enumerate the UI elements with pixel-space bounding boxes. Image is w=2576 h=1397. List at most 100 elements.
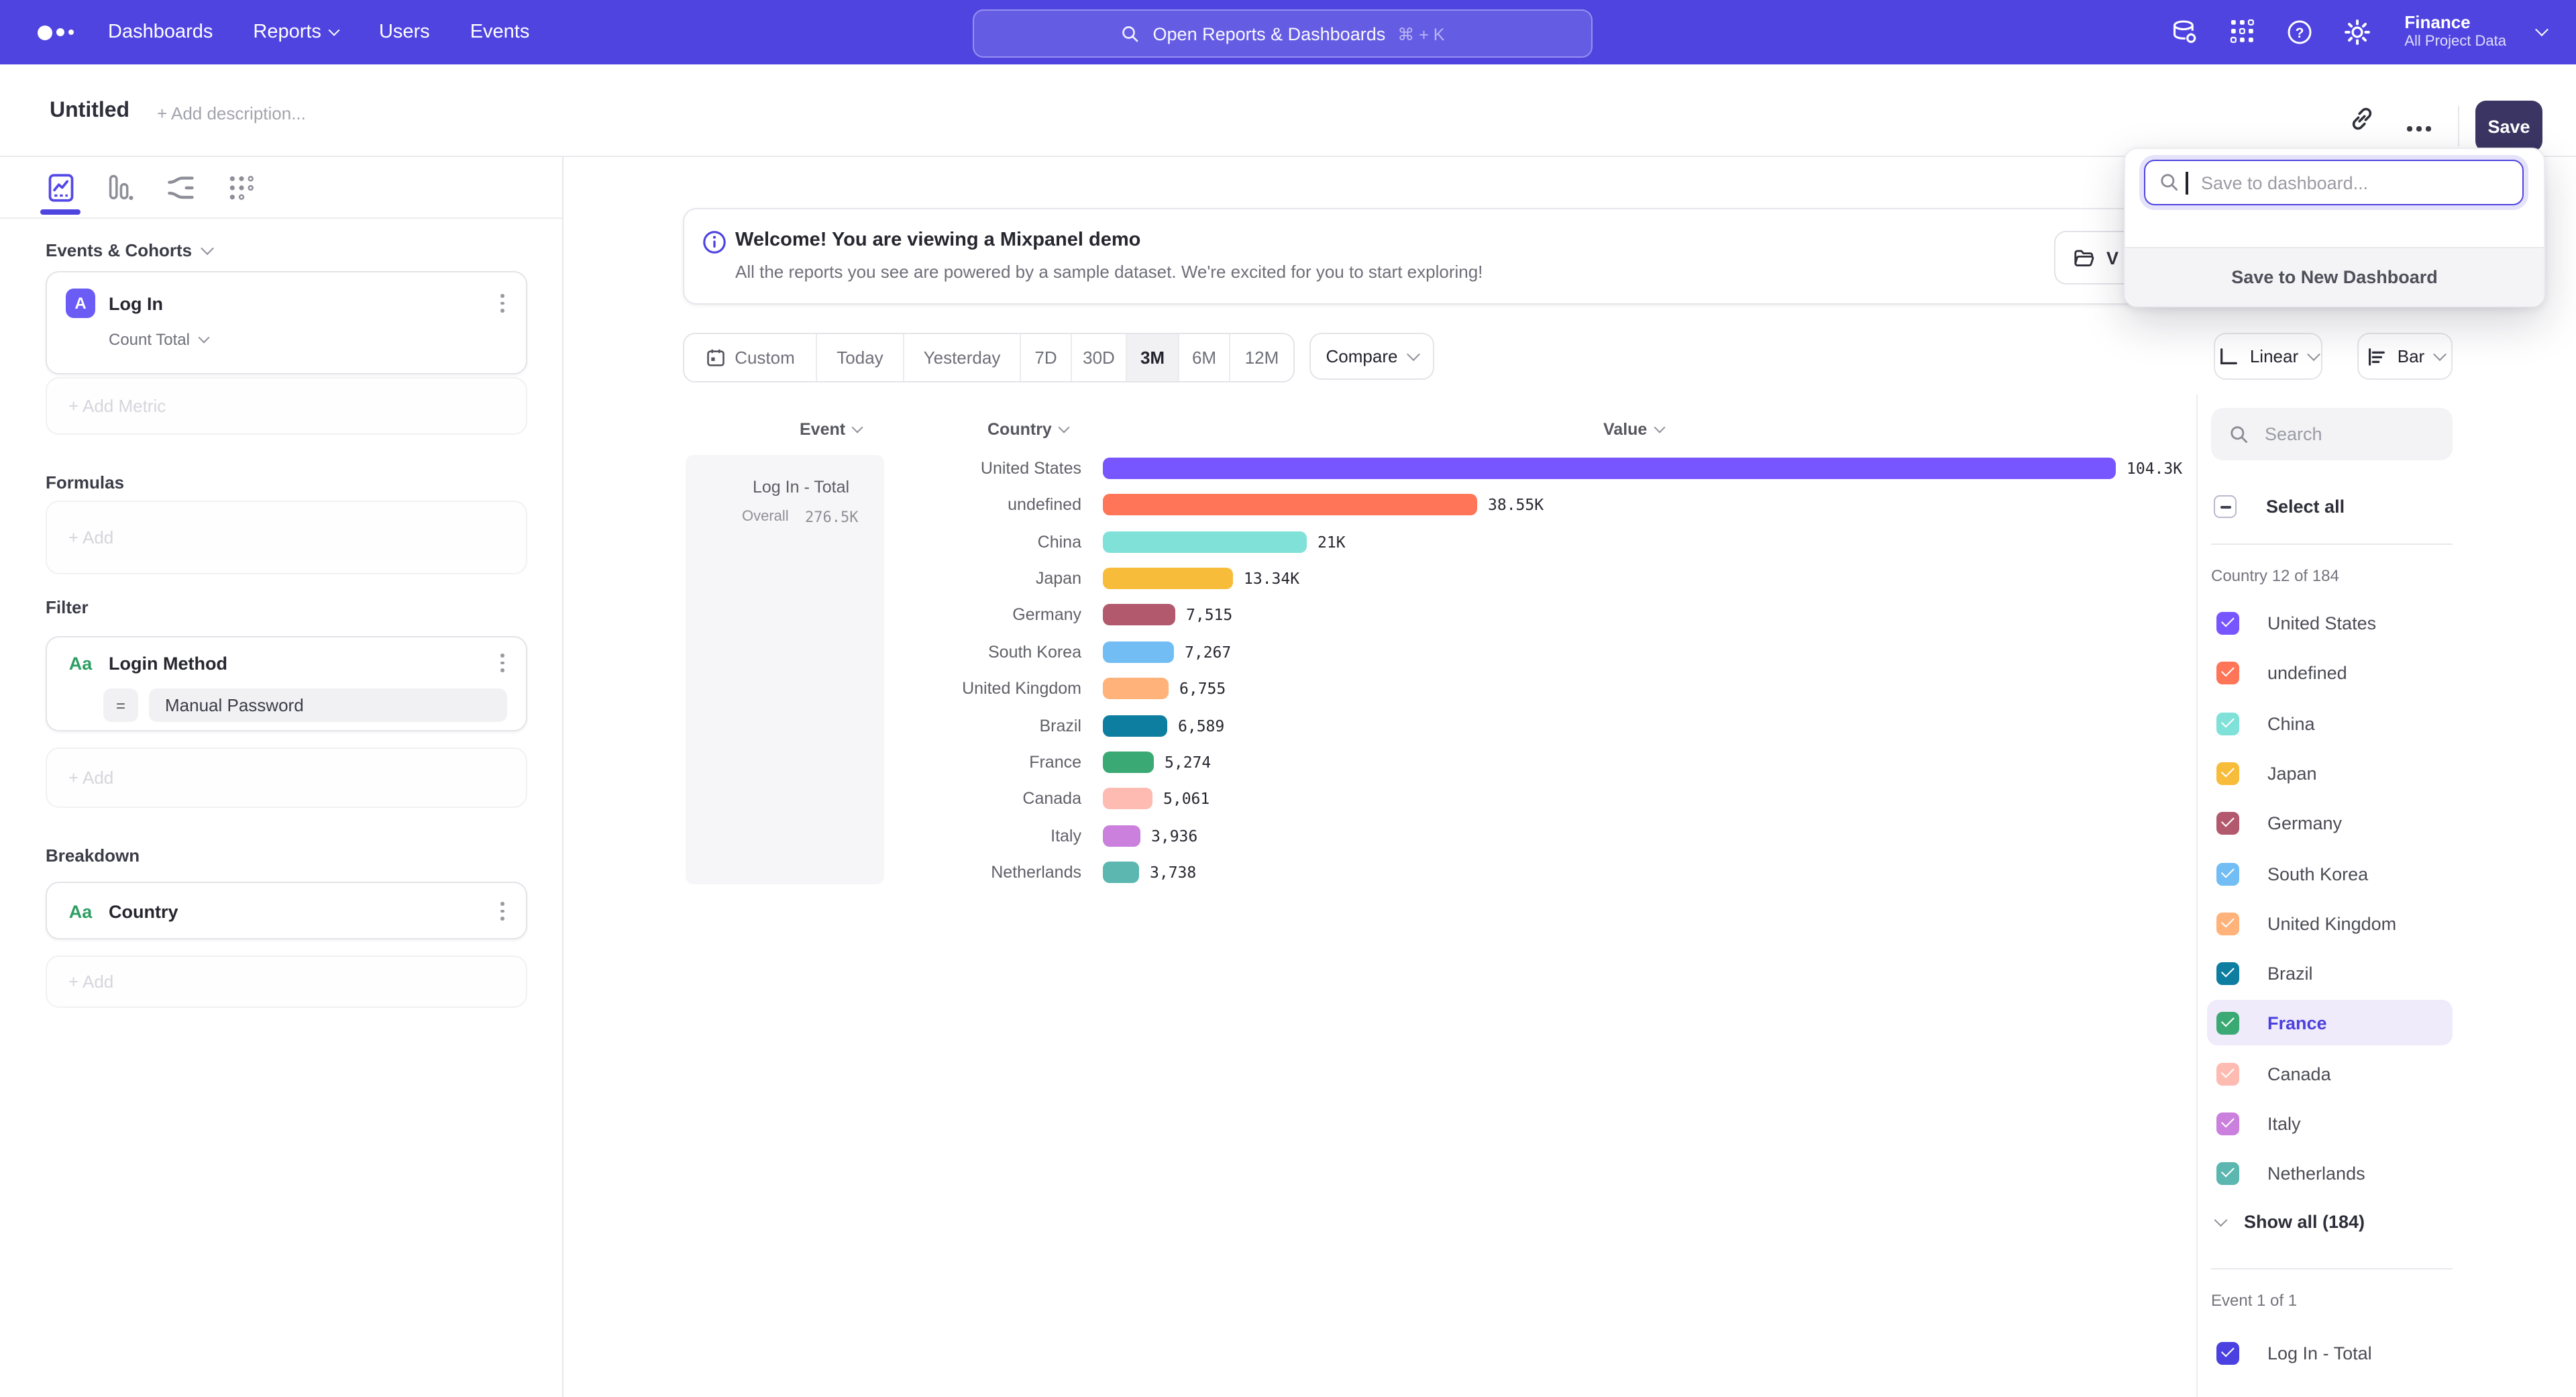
date-range-7d[interactable]: 7D	[1020, 334, 1071, 381]
legend-item-united-states[interactable]: United States	[2207, 600, 2453, 645]
bar-united-kingdom[interactable]	[1103, 678, 1169, 699]
legend-search-input[interactable]	[2262, 423, 2428, 446]
calendar-icon	[705, 348, 725, 368]
breakdown-card[interactable]: Aa Country	[46, 882, 527, 939]
bar-undefined[interactable]	[1103, 494, 1477, 515]
save-dashboard-search[interactable]	[2144, 160, 2524, 205]
nav-link-label: Reports	[253, 21, 321, 43]
legend-item-undefined[interactable]: undefined	[2207, 650, 2453, 695]
filter-card[interactable]: Aa Login Method = Manual Password	[46, 636, 527, 731]
settings-gear-icon[interactable]	[2344, 19, 2371, 46]
tab-flows[interactable]	[166, 172, 196, 202]
bar-germany[interactable]	[1103, 604, 1175, 625]
tab-insights[interactable]	[46, 172, 75, 202]
legend-checkbox[interactable]	[2216, 862, 2239, 885]
date-range-12m[interactable]: 12M	[1229, 334, 1293, 381]
data-management-icon[interactable]	[2171, 19, 2198, 46]
legend-checkbox[interactable]	[2216, 1062, 2239, 1085]
bar-netherlands[interactable]	[1103, 862, 1139, 883]
legend-checkbox[interactable]	[2216, 811, 2239, 834]
event-checkbox[interactable]	[2216, 1341, 2239, 1364]
date-range-3m[interactable]: 3M	[1126, 334, 1178, 381]
add-filter-button[interactable]: + Add	[46, 747, 527, 808]
nav-link-users[interactable]: Users	[379, 21, 430, 43]
line-scale-button[interactable]: Linear	[2214, 333, 2322, 380]
show-all-button[interactable]: Show all (184)	[2216, 1212, 2365, 1232]
nav-link-reports[interactable]: Reports	[253, 21, 339, 43]
compare-button[interactable]: Compare	[1309, 333, 1434, 380]
breakdown-kebab-icon[interactable]	[498, 899, 507, 923]
legend-checkbox[interactable]	[2216, 611, 2239, 634]
date-range-yesterday[interactable]: Yesterday	[903, 334, 1020, 381]
legend-event-row[interactable]: Log In - Total	[2207, 1330, 2453, 1376]
add-breakdown-button[interactable]: + Add	[46, 955, 527, 1008]
metric-kebab-icon[interactable]	[498, 291, 507, 315]
add-formula-button[interactable]: + Add	[46, 501, 527, 574]
project-switcher[interactable]: Finance All Project Data	[2404, 13, 2506, 50]
apps-grid-icon[interactable]	[2229, 19, 2255, 46]
legend-checkbox[interactable]	[2216, 1161, 2239, 1184]
legend-item-label: France	[2267, 1013, 2327, 1033]
bar-italy[interactable]	[1103, 825, 1140, 847]
legend-checkbox[interactable]	[2216, 1112, 2239, 1135]
legend-item-brazil[interactable]: Brazil	[2207, 950, 2453, 996]
legend-item-japan[interactable]: Japan	[2207, 750, 2453, 796]
legend-checkbox[interactable]	[2216, 661, 2239, 684]
filter-value-box[interactable]: Manual Password	[149, 688, 507, 722]
legend-item-south-korea[interactable]: South Korea	[2207, 851, 2453, 896]
tab-funnels[interactable]	[106, 172, 136, 202]
column-header-country[interactable]: Country	[987, 420, 1068, 439]
select-all-label: Select all	[2266, 497, 2345, 517]
date-range-30d[interactable]: 30D	[1071, 334, 1126, 381]
legend-item-label: United States	[2267, 613, 2376, 633]
filter-kebab-icon[interactable]	[498, 651, 507, 674]
bar-japan[interactable]	[1103, 568, 1233, 589]
aggregation-dropdown[interactable]: Count Total	[66, 330, 507, 349]
date-range-custom[interactable]: Custom	[684, 334, 816, 381]
legend-item-china[interactable]: China	[2207, 701, 2453, 746]
select-all-checkbox[interactable]	[2214, 495, 2237, 518]
legend-item-united-kingdom[interactable]: United Kingdom	[2207, 900, 2453, 946]
events-cohorts-header[interactable]: Events & Cohorts	[46, 240, 527, 260]
help-icon[interactable]: ?	[2286, 19, 2313, 46]
legend-checkbox[interactable]	[2216, 712, 2239, 735]
more-actions-icon[interactable]	[2407, 126, 2430, 131]
global-search-button[interactable]: Open Reports & Dashboards ⌘ + K	[973, 9, 1593, 58]
add-metric-button[interactable]: + Add Metric	[46, 377, 527, 435]
bar-united-states[interactable]	[1103, 458, 2116, 479]
copy-link-icon[interactable]	[2348, 105, 2376, 133]
legend-checkbox[interactable]	[2216, 912, 2239, 935]
filter-operator-chip[interactable]: =	[103, 688, 138, 722]
legend-item-germany[interactable]: Germany	[2207, 800, 2453, 845]
legend-item-netherlands[interactable]: Netherlands	[2207, 1150, 2453, 1196]
legend-search[interactable]	[2211, 408, 2453, 460]
legend-checkbox[interactable]	[2216, 1011, 2239, 1034]
legend-item-france[interactable]: France	[2207, 1000, 2453, 1045]
bar-brazil[interactable]	[1103, 715, 1167, 737]
report-title[interactable]: Untitled	[50, 99, 129, 123]
legend-checkbox[interactable]	[2216, 962, 2239, 984]
legend-item-canada[interactable]: Canada	[2207, 1051, 2453, 1096]
save-dashboard-input[interactable]	[2198, 171, 2499, 194]
column-header-value[interactable]: Value	[1603, 420, 1663, 439]
metric-card[interactable]: A Log In Count Total	[46, 271, 527, 374]
save-button[interactable]: Save	[2475, 101, 2542, 152]
select-all-row[interactable]: Select all	[2214, 495, 2345, 518]
save-to-new-dashboard-button[interactable]: Save to New Dashboard	[2125, 247, 2544, 306]
date-range-6m[interactable]: 6M	[1178, 334, 1229, 381]
bar-south-korea[interactable]	[1103, 641, 1174, 663]
chevron-down-icon[interactable]	[2535, 23, 2548, 37]
tab-retention[interactable]	[227, 172, 256, 202]
bar-france[interactable]	[1103, 752, 1154, 773]
nav-link-events[interactable]: Events	[470, 21, 530, 43]
nav-link-dashboards[interactable]: Dashboards	[108, 21, 213, 43]
date-range-today[interactable]: Today	[816, 334, 903, 381]
bar-canada[interactable]	[1103, 788, 1152, 809]
legend-item-italy[interactable]: Italy	[2207, 1100, 2453, 1146]
legend-checkbox[interactable]	[2216, 762, 2239, 784]
add-description-button[interactable]: + Add description...	[157, 103, 306, 123]
chart-type-button[interactable]: Bar	[2357, 333, 2453, 380]
mixpanel-logo-icon[interactable]	[38, 25, 73, 40]
column-header-event[interactable]: Event	[800, 420, 861, 439]
bar-china[interactable]	[1103, 531, 1307, 553]
